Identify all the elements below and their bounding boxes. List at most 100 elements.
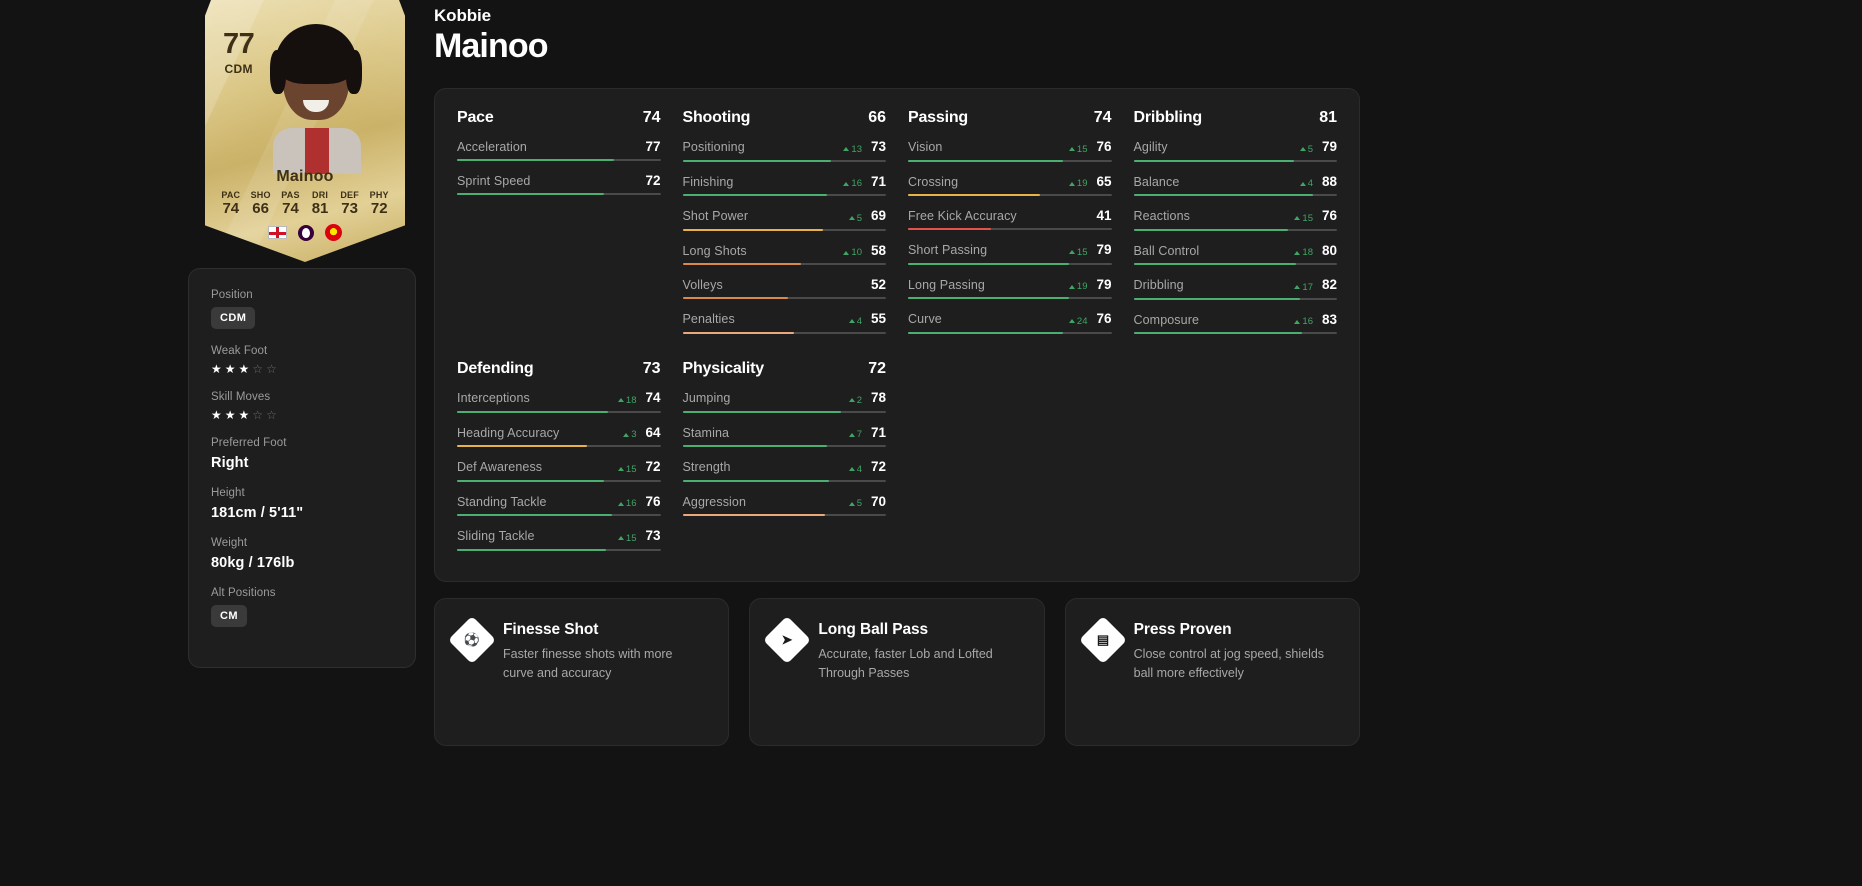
stat-name: Dribbling xyxy=(1133,278,1184,292)
info-preferred-foot-label: Preferred Foot xyxy=(211,437,287,449)
category-name: Defending xyxy=(457,360,534,377)
stat-value: 76 xyxy=(1096,311,1112,326)
stat-boost-value: 7 xyxy=(856,429,862,440)
triangle-up-icon xyxy=(843,181,850,186)
info-alt-position-chip[interactable]: CM xyxy=(211,605,247,627)
stat-boost-value: 15 xyxy=(1076,143,1088,155)
category-value: 81 xyxy=(1319,109,1337,126)
stat-row: Free Kick Accuracy 41 xyxy=(908,208,1112,230)
triangle-up-icon xyxy=(1068,319,1075,323)
stat-category-defending: Defending 73 Interceptions 18 74 Heading Accu… xyxy=(457,360,661,563)
stat-value: 79 xyxy=(1321,139,1337,154)
stat-boost-value: 15 xyxy=(625,463,637,475)
info-alt-positions-label: Alt Positions xyxy=(211,587,276,599)
stat-boost-value: 5 xyxy=(1307,143,1313,155)
man-utd-crest-icon xyxy=(325,224,342,242)
stat-row: Penalties 4 55 xyxy=(682,311,886,334)
info-height-value: 181cm / 5'11" xyxy=(211,505,304,521)
triangle-up-icon xyxy=(617,536,624,540)
stat-name: Agility xyxy=(1133,140,1168,154)
stat-bar-track xyxy=(682,159,886,162)
info-preferred-foot: Preferred Foot Right xyxy=(211,437,393,471)
stat-bar-fill xyxy=(457,445,588,447)
stat-boost-badge: 2 xyxy=(848,395,862,406)
stat-boost-badge: 4 xyxy=(848,464,862,475)
stat-name: Stamina xyxy=(682,425,730,440)
stat-row: Curve 24 76 xyxy=(908,311,1112,334)
stat-name: Finishing xyxy=(682,174,734,189)
card-overall-rating: 77 xyxy=(223,28,255,60)
stat-value: 64 xyxy=(645,424,661,440)
stat-row: Stamina 7 71 xyxy=(682,425,886,447)
category-value: 72 xyxy=(868,360,886,377)
stat-boost-badge: 19 xyxy=(1068,281,1088,292)
playstyle-card[interactable]: ⚽ Finesse Shot Faster finesse shots with m… xyxy=(434,598,730,746)
stat-value: 71 xyxy=(870,173,886,189)
info-height-label: Height xyxy=(211,487,245,499)
card-stat-pac: PAC 74 xyxy=(221,190,241,218)
stat-bar-fill xyxy=(682,297,789,299)
stat-boost-badge: 18 xyxy=(617,394,637,406)
stat-bar-fill xyxy=(908,297,1069,299)
card-badge-row xyxy=(205,224,405,242)
stat-row: Crossing 19 65 xyxy=(908,174,1112,196)
stat-bar-track xyxy=(1133,194,1337,196)
stat-boost-value: 4 xyxy=(1307,178,1313,189)
stat-value: 72 xyxy=(645,173,661,188)
category-value: 73 xyxy=(642,360,661,377)
triangle-up-icon xyxy=(848,501,855,506)
player-card[interactable]: 77 CDM Mainoo PAC 74 SHO 66 PAS 74 DRI 8… xyxy=(205,0,405,262)
stat-boost-badge: 15 xyxy=(1068,143,1088,155)
stat-row: Aggression 5 70 xyxy=(682,494,886,516)
player-portrait xyxy=(257,16,377,174)
stat-boost-value: 3 xyxy=(631,429,637,440)
stat-boost-badge: 5 xyxy=(848,213,862,224)
stat-boost-value: 18 xyxy=(1302,247,1313,258)
stat-bar-fill xyxy=(682,514,825,516)
stat-bar-fill xyxy=(457,514,612,516)
stat-value: 79 xyxy=(1096,242,1112,257)
stat-row: Long Shots 10 58 xyxy=(682,243,886,265)
stat-boost-value: 16 xyxy=(851,178,862,189)
stat-value: 76 xyxy=(1321,208,1337,223)
star-filled-icon: ★ xyxy=(238,362,250,376)
card-stat-dri: DRI 81 xyxy=(311,190,329,218)
stat-boost-value: 16 xyxy=(625,498,637,509)
stat-row: Positioning 13 73 xyxy=(682,139,886,162)
info-height: Height 181cm / 5'11" xyxy=(211,487,393,521)
stat-bar-fill xyxy=(1133,297,1301,300)
stat-name: Standing Tackle xyxy=(457,494,547,509)
stat-row: Volleys 52 xyxy=(682,277,886,299)
stat-value: 41 xyxy=(1096,208,1112,223)
triangle-up-icon xyxy=(623,432,630,437)
stat-boost-value: 18 xyxy=(625,394,637,406)
playstyle-card[interactable]: ➤ Long Ball Pass Accurate, faster Lob and … xyxy=(749,598,1045,746)
stat-boost-badge: 15 xyxy=(1068,247,1088,258)
playstyle-description: Close control at jog speed, shields ball… xyxy=(1133,647,1325,681)
stat-row: Acceleration 77 xyxy=(457,139,661,161)
triangle-up-icon xyxy=(1294,216,1301,220)
stat-row: Jumping 2 78 xyxy=(682,390,886,413)
stat-row: Long Passing 19 79 xyxy=(908,277,1112,299)
stat-bar-track xyxy=(908,159,1112,162)
stat-bar-fill xyxy=(457,159,614,161)
stat-bar-fill xyxy=(682,445,827,447)
stat-row: Interceptions 18 74 xyxy=(457,390,661,413)
card-stat-def: DEF 73 xyxy=(340,190,359,218)
triangle-up-icon xyxy=(617,398,624,402)
stat-boost-badge: 5 xyxy=(1299,143,1313,155)
stat-name: Sliding Tackle xyxy=(457,529,535,543)
stat-row: Strength 4 72 xyxy=(682,459,886,482)
stat-bar-fill xyxy=(457,410,608,413)
stat-name: Balance xyxy=(1133,174,1180,189)
stat-name: Composure xyxy=(1133,312,1200,327)
stat-bar-fill xyxy=(682,194,827,196)
category-value: 66 xyxy=(868,109,886,126)
stat-name: Penalties xyxy=(682,312,735,326)
star-empty-icon: ☆ xyxy=(266,362,277,376)
stat-name: Curve xyxy=(908,312,942,326)
playstyle-card[interactable]: ▤ Press Proven Close control at jog speed,… xyxy=(1064,598,1360,746)
stat-boost-badge: 4 xyxy=(848,316,862,327)
player-card-column: 77 CDM Mainoo PAC 74 SHO 66 PAS 74 DRI 8… xyxy=(188,0,418,262)
info-position-chip[interactable]: CDM xyxy=(211,307,256,329)
